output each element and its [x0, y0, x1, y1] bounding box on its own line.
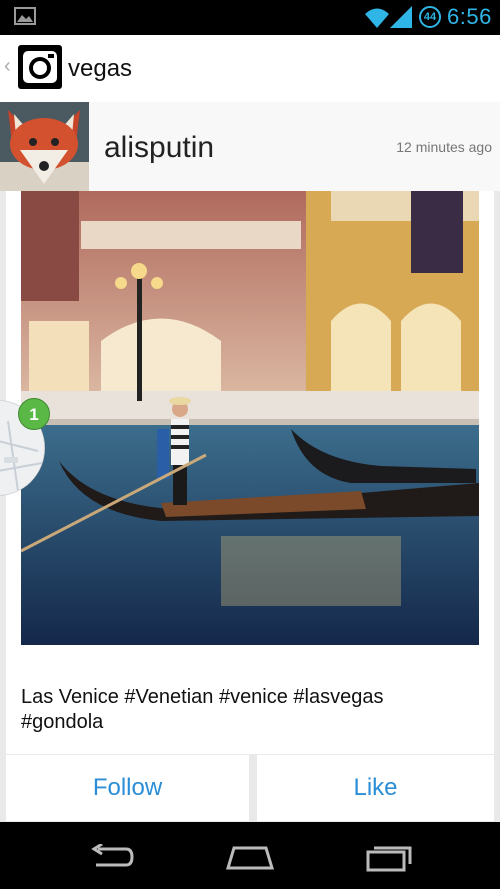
wifi-icon [365, 8, 389, 28]
timestamp: 12 minutes ago [396, 139, 492, 155]
location-count-badge[interactable]: 1 [18, 398, 50, 430]
back-icon[interactable] [88, 844, 134, 870]
post-photo[interactable] [21, 191, 479, 645]
status-bar: 44 6:56 [0, 0, 500, 35]
cell-signal-icon [390, 6, 412, 28]
clock: 6:56 [447, 4, 492, 29]
battery-level: 44 [423, 11, 437, 23]
page-title: vegas [68, 55, 133, 82]
post-card: Las Venice #Venetian #venice #lasvegas #… [6, 191, 494, 754]
home-icon[interactable] [224, 842, 276, 870]
nav-bar [0, 822, 500, 889]
battery-icon: 44 [419, 6, 441, 28]
post-caption: Las Venice #Venetian #venice #lasvegas #… [21, 686, 384, 733]
instagram-camera-icon[interactable] [18, 45, 62, 89]
follow-button[interactable]: Follow [6, 755, 249, 821]
post-header: alisputin 12 minutes ago [0, 102, 500, 191]
gallery-notification-icon [14, 7, 36, 25]
action-bar: ‹ vegas [0, 35, 500, 102]
avatar[interactable] [0, 102, 89, 191]
like-button[interactable]: Like [257, 755, 494, 821]
back-chevron-icon[interactable]: ‹ [4, 55, 11, 78]
username[interactable]: alisputin [104, 131, 214, 165]
recent-apps-icon[interactable] [366, 842, 416, 872]
